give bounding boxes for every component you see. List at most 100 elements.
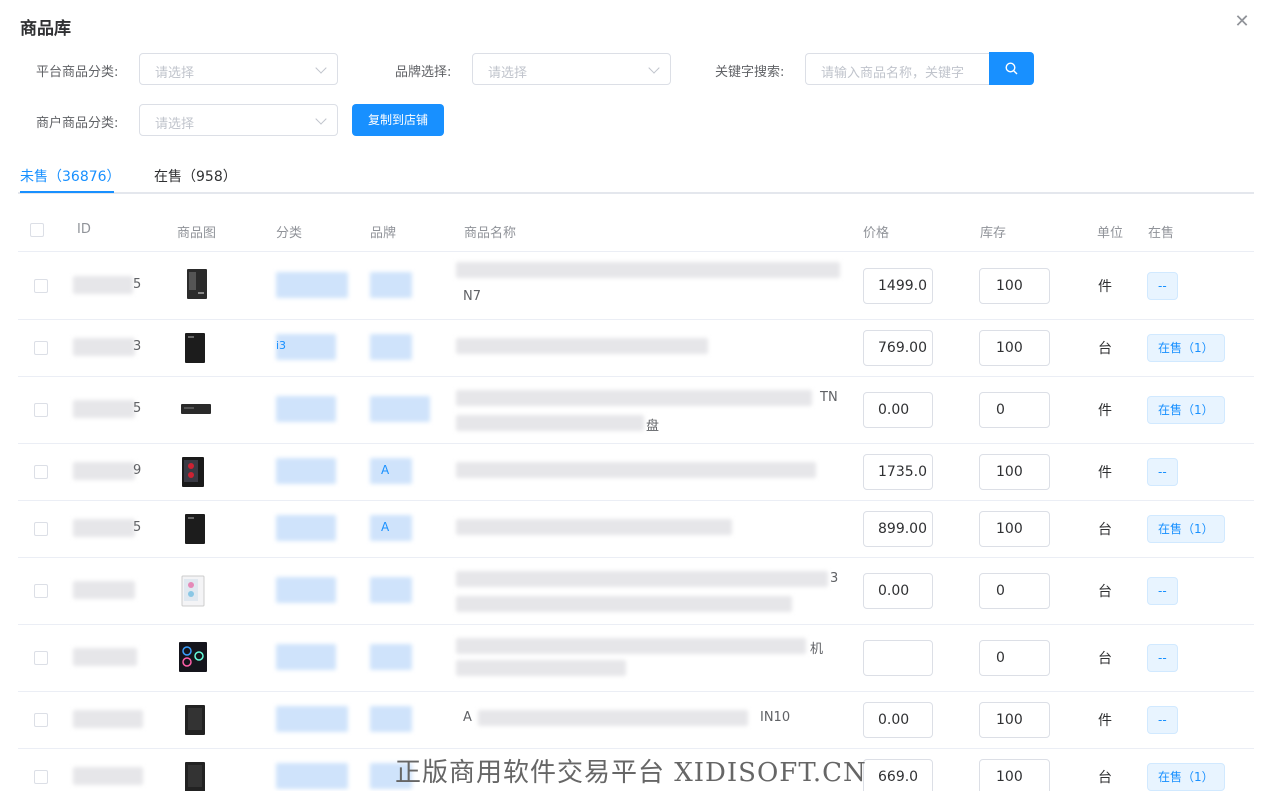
row-checkbox[interactable] xyxy=(34,522,48,536)
product-name-blur xyxy=(456,519,732,535)
on-sale-status[interactable]: -- xyxy=(1147,458,1178,486)
price-input[interactable]: 669.0 xyxy=(863,759,933,791)
row-checkbox[interactable] xyxy=(34,770,48,784)
brand-text: A xyxy=(381,520,390,534)
product-id-suffix: 9 xyxy=(133,463,142,478)
product-name: 机 xyxy=(810,642,824,657)
row-checkbox[interactable] xyxy=(34,584,48,598)
row-checkbox[interactable] xyxy=(34,279,48,293)
search-icon xyxy=(1005,62,1018,75)
on-sale-status[interactable]: 在售（1） xyxy=(1147,515,1225,543)
stock-input[interactable]: 100 xyxy=(979,268,1050,304)
close-icon[interactable]: ✕ xyxy=(1232,12,1252,32)
table-row: 3 0.00 0 台 -- xyxy=(18,558,1254,625)
price-input[interactable]: 0.00 xyxy=(863,573,933,609)
table-row: 5 N7 1499.0 100 件 -- xyxy=(18,252,1254,320)
keyword-placeholder: 请输入商品名称，关键字 xyxy=(821,66,965,81)
price-input[interactable]: 1735.0 xyxy=(863,454,933,490)
copy-to-store-button[interactable]: 复制到店铺 xyxy=(352,104,444,136)
product-image xyxy=(179,642,207,672)
product-id-suffix: 5 xyxy=(133,520,142,535)
dialog-title: 商品库 xyxy=(20,19,71,39)
price-input[interactable]: 1499.0 xyxy=(863,268,933,304)
brand-tag xyxy=(370,515,412,541)
brand-tag xyxy=(370,272,412,298)
table-row: 9 A 1735.0 100 件 -- xyxy=(18,444,1254,501)
stock-input[interactable]: 100 xyxy=(979,330,1050,366)
stock-input[interactable]: 0 xyxy=(979,640,1050,676)
brand-text: A xyxy=(381,463,390,477)
product-name-line2: 盘 xyxy=(646,419,660,434)
select-all-checkbox[interactable] xyxy=(30,223,44,237)
row-checkbox[interactable] xyxy=(34,465,48,479)
unit: 件 xyxy=(1098,713,1112,729)
merchant-category-select[interactable]: 请选择 xyxy=(139,104,338,136)
price-input[interactable]: 769.00 xyxy=(863,330,933,366)
row-checkbox[interactable] xyxy=(34,651,48,665)
stock-input[interactable]: 100 xyxy=(979,454,1050,490)
brand-tag xyxy=(370,334,412,360)
price-value: 669.0 xyxy=(878,769,919,785)
on-sale-status[interactable]: 在售（1） xyxy=(1147,763,1225,791)
stock-input[interactable]: 0 xyxy=(979,573,1050,609)
product-id xyxy=(73,400,135,418)
product-name: N7 xyxy=(463,289,481,304)
product-image xyxy=(187,269,207,299)
product-name: TN xyxy=(820,390,838,405)
stock-value: 100 xyxy=(996,278,1023,294)
product-name-blur xyxy=(478,710,748,726)
on-sale-status[interactable]: 在售（1） xyxy=(1147,396,1225,424)
on-sale-status[interactable]: 在售（1） xyxy=(1147,334,1225,362)
th-brand: 品牌 xyxy=(370,226,397,241)
platform-category-select[interactable]: 请选择 xyxy=(139,53,338,85)
price-input[interactable] xyxy=(863,640,933,676)
table-row: 机 0 台 -- xyxy=(18,625,1254,692)
on-sale-status[interactable]: -- xyxy=(1147,272,1178,300)
tab-unsold[interactable]: 未售（36876） xyxy=(20,166,121,186)
brand-placeholder: 请选择 xyxy=(488,66,528,81)
stock-input[interactable]: 100 xyxy=(979,759,1050,791)
product-image xyxy=(185,333,205,363)
search-button[interactable] xyxy=(989,52,1034,85)
price-input[interactable]: 0.00 xyxy=(863,702,933,738)
category-text: i3 xyxy=(276,339,287,352)
on-sale-status[interactable]: -- xyxy=(1147,577,1178,605)
unit: 件 xyxy=(1098,465,1112,481)
category-tag xyxy=(276,272,348,298)
th-unit: 单位 xyxy=(1097,226,1124,241)
stock-input[interactable]: 100 xyxy=(979,511,1050,547)
stock-input[interactable]: 0 xyxy=(979,392,1050,428)
row-checkbox[interactable] xyxy=(34,403,48,417)
brand-tag xyxy=(370,458,412,484)
price-input[interactable]: 899.00 xyxy=(863,511,933,547)
product-name: A xyxy=(463,710,472,725)
price-value: 1735.0 xyxy=(878,464,927,480)
th-price: 价格 xyxy=(863,226,890,241)
on-sale-status[interactable]: -- xyxy=(1147,644,1178,672)
product-name-blur-line2 xyxy=(456,415,644,431)
unit: 台 xyxy=(1098,584,1112,600)
watermark: 正版商用软件交易平台 XIDISOFT.CN xyxy=(395,758,867,788)
row-checkbox[interactable] xyxy=(34,713,48,727)
tab-on-sale[interactable]: 在售（958） xyxy=(154,166,237,186)
chevron-down-icon xyxy=(315,62,327,74)
brand-tag xyxy=(370,577,412,603)
on-sale-status[interactable]: -- xyxy=(1147,706,1178,734)
keyword-label: 关键字搜索: xyxy=(715,65,785,80)
row-checkbox[interactable] xyxy=(34,341,48,355)
stock-value: 0 xyxy=(996,583,1005,599)
table-row: 5 TN 盘 0.00 0 件 在售（1） xyxy=(18,377,1254,444)
product-id xyxy=(73,338,135,356)
product-name: 3 xyxy=(830,571,839,586)
category-tag xyxy=(276,706,348,732)
product-name-blur xyxy=(456,462,816,478)
product-id-suffix: 5 xyxy=(133,401,142,416)
price-value: 899.00 xyxy=(878,521,927,537)
stock-input[interactable]: 100 xyxy=(979,702,1050,738)
stock-value: 0 xyxy=(996,402,1005,418)
table-row: A IN10 0.00 100 件 -- xyxy=(18,692,1254,749)
chevron-down-icon xyxy=(315,113,327,125)
brand-select[interactable]: 请选择 xyxy=(472,53,671,85)
price-input[interactable]: 0.00 xyxy=(863,392,933,428)
keyword-input[interactable]: 请输入商品名称，关键字 xyxy=(805,53,991,85)
